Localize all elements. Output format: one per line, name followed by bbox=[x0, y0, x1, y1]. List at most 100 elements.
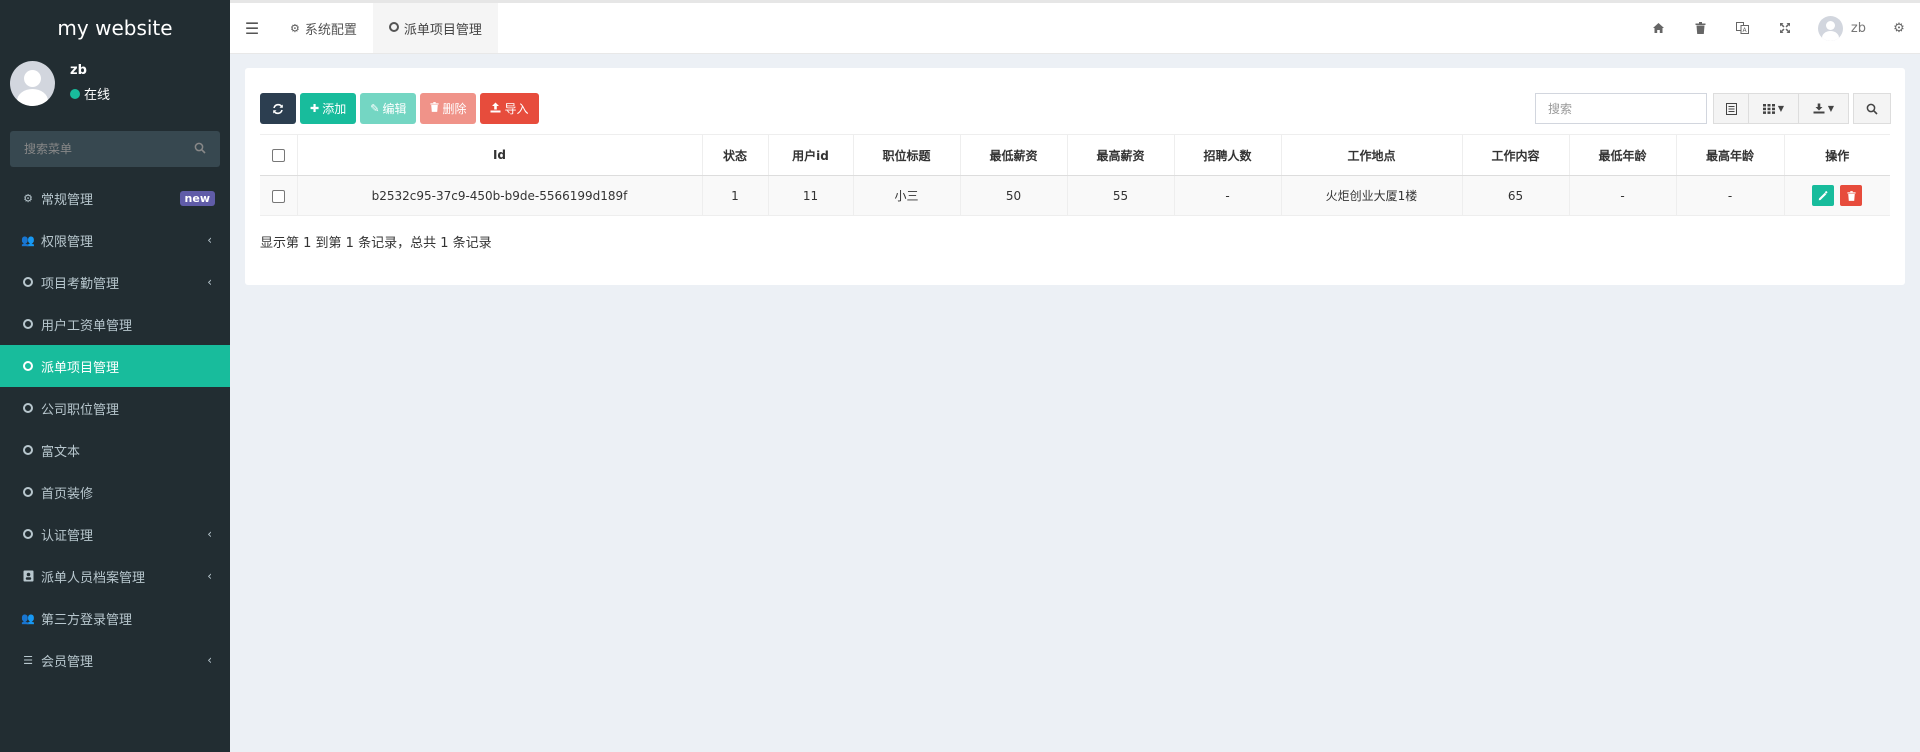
tab-dispatch-projects[interactable]: 派单项目管理 bbox=[372, 3, 498, 53]
user-menu[interactable]: zb bbox=[1806, 15, 1878, 41]
upload-icon bbox=[490, 102, 501, 116]
caret-down-icon: ▼ bbox=[1827, 104, 1835, 113]
chevron-left-icon: ‹ bbox=[207, 569, 212, 583]
column-header[interactable]: 职位标题 bbox=[853, 134, 961, 176]
refresh-icon bbox=[273, 103, 283, 114]
tab-system-config[interactable]: ⚙ 系统配置 bbox=[274, 3, 373, 53]
trash-icon bbox=[430, 102, 440, 115]
table-cell: 55 bbox=[1067, 175, 1175, 216]
column-header[interactable]: 工作内容 bbox=[1462, 134, 1570, 176]
brand-logo[interactable]: my website bbox=[0, 0, 230, 55]
search-button[interactable] bbox=[1853, 93, 1891, 124]
toggle-view-button[interactable] bbox=[1713, 93, 1749, 124]
select-all-checkbox[interactable] bbox=[271, 149, 285, 162]
fullscreen-icon[interactable] bbox=[1764, 3, 1806, 53]
circle-icon bbox=[21, 487, 35, 497]
content-panel: ✚ 添加 ✎ 编辑 删除 导入 ▼ ▼ bbox=[245, 68, 1905, 285]
sidebar-item-company-positions[interactable]: 公司职位管理 bbox=[0, 387, 230, 429]
table-header-row: Id 状态 用户id 职位标题 最低薪资 最高薪资 招聘人数 工作地点 工作内容… bbox=[260, 134, 1890, 176]
address-card-icon bbox=[21, 570, 35, 582]
data-table: Id 状态 用户id 职位标题 最低薪资 最高薪资 招聘人数 工作地点 工作内容… bbox=[260, 134, 1890, 216]
export-dropdown-button[interactable]: ▼ bbox=[1799, 93, 1849, 124]
row-delete-button[interactable] bbox=[1840, 185, 1863, 206]
sidebar-item-dispatch-projects[interactable]: 派单项目管理 bbox=[0, 345, 230, 387]
language-icon[interactable]: A bbox=[1722, 3, 1764, 53]
refresh-button[interactable] bbox=[260, 93, 296, 124]
sidebar-item-payroll[interactable]: 用户工资单管理 bbox=[0, 303, 230, 345]
column-header[interactable]: 最低薪资 bbox=[960, 134, 1068, 176]
sidebar-item-homepage-decor[interactable]: 首页装修 bbox=[0, 471, 230, 513]
avatar bbox=[10, 60, 55, 106]
add-button[interactable]: ✚ 添加 bbox=[300, 93, 357, 124]
select-all-cell bbox=[260, 134, 298, 176]
chevron-left-icon: ‹ bbox=[207, 653, 212, 667]
sidebar-item-label: 用户工资单管理 bbox=[41, 318, 133, 334]
circle-icon bbox=[21, 403, 35, 413]
row-actions-cell bbox=[1784, 175, 1890, 216]
table-cell: 11 bbox=[768, 175, 854, 216]
sidebar-item-label: 公司职位管理 bbox=[41, 402, 120, 418]
row-edit-button[interactable] bbox=[1812, 185, 1835, 206]
column-header[interactable]: Id bbox=[297, 134, 703, 176]
sidebar-menu: ⚙ 常规管理 new 👥 权限管理 ‹ 项目考勤管理 ‹ 用户工资单管理 派单项… bbox=[0, 177, 230, 681]
row-checkbox[interactable] bbox=[271, 189, 285, 203]
caret-down-icon: ▼ bbox=[1777, 104, 1785, 113]
sidebar-item-third-party-login[interactable]: 👥 第三方登录管理 bbox=[0, 597, 230, 639]
column-header[interactable]: 用户id bbox=[768, 134, 854, 176]
table-cell: - bbox=[1676, 175, 1785, 216]
edit-button[interactable]: ✎ 编辑 bbox=[360, 93, 417, 124]
top-user-name: zb bbox=[1850, 20, 1866, 36]
circle-icon bbox=[21, 445, 35, 455]
column-header[interactable]: 最低年龄 bbox=[1569, 134, 1677, 176]
sidebar-item-general[interactable]: ⚙ 常规管理 new bbox=[0, 177, 230, 219]
chevron-left-icon: ‹ bbox=[207, 275, 212, 289]
columns-dropdown-button[interactable]: ▼ bbox=[1749, 93, 1799, 124]
sidebar-item-permissions[interactable]: 👥 权限管理 ‹ bbox=[0, 219, 230, 261]
cogs-icon[interactable]: ⚙ bbox=[1878, 3, 1920, 53]
delete-button[interactable]: 删除 bbox=[420, 93, 477, 124]
sidebar-item-certification[interactable]: 认证管理 ‹ bbox=[0, 513, 230, 555]
user-status-label: 在线 bbox=[84, 88, 111, 103]
edit-button-label: 编辑 bbox=[382, 102, 407, 116]
chevron-left-icon: ‹ bbox=[207, 527, 212, 541]
online-dot-icon bbox=[70, 88, 80, 99]
sidebar-item-staff-records[interactable]: 派单人员档案管理 ‹ bbox=[0, 555, 230, 597]
circle-icon bbox=[21, 319, 35, 329]
sidebar-item-label: 会员管理 bbox=[41, 654, 94, 670]
sidebar-item-members[interactable]: ☰ 会员管理 ‹ bbox=[0, 639, 230, 681]
column-header[interactable]: 招聘人数 bbox=[1174, 134, 1282, 176]
sidebar-item-label: 项目考勤管理 bbox=[41, 276, 120, 292]
sidebar-item-rich-text[interactable]: 富文本 bbox=[0, 429, 230, 471]
trash-icon[interactable] bbox=[1680, 3, 1722, 53]
user-panel: zb 在线 bbox=[0, 55, 230, 119]
circle-icon bbox=[21, 361, 35, 371]
column-header[interactable]: 最高年龄 bbox=[1676, 134, 1785, 176]
user-name: zb bbox=[70, 63, 87, 78]
column-header[interactable]: 状态 bbox=[702, 134, 769, 176]
column-header: 操作 bbox=[1784, 134, 1890, 176]
menu-search-input[interactable] bbox=[24, 142, 184, 156]
table-cell: - bbox=[1569, 175, 1677, 216]
pagination-info: 显示第 1 到第 1 条记录，总共 1 条记录 bbox=[260, 236, 492, 251]
gear-icon: ⚙ bbox=[290, 21, 300, 35]
column-header[interactable]: 工作地点 bbox=[1281, 134, 1463, 176]
import-button-label: 导入 bbox=[504, 102, 529, 116]
sidebar-item-label: 派单项目管理 bbox=[41, 360, 120, 376]
table-search-input[interactable] bbox=[1535, 93, 1707, 124]
table-cell: 1 bbox=[702, 175, 769, 216]
table-view-icon bbox=[1725, 102, 1737, 115]
table-cell: 50 bbox=[960, 175, 1068, 216]
import-button[interactable]: 导入 bbox=[480, 93, 539, 124]
cogs-icon: ⚙ bbox=[23, 191, 33, 205]
download-icon bbox=[1813, 103, 1825, 114]
sidebar-toggle-icon[interactable]: ☰ bbox=[230, 3, 274, 53]
search-icon[interactable] bbox=[194, 142, 206, 157]
home-icon[interactable] bbox=[1638, 3, 1680, 53]
column-header[interactable]: 最高薪资 bbox=[1067, 134, 1175, 176]
sidebar-item-attendance[interactable]: 项目考勤管理 ‹ bbox=[0, 261, 230, 303]
sidebar-item-label: 派单人员档案管理 bbox=[41, 570, 146, 586]
sidebar-item-label: 首页装修 bbox=[41, 486, 94, 502]
table-row[interactable]: b2532c95-37c9-450b-b9de-5566199d189f 1 1… bbox=[260, 175, 1890, 216]
table-cell: b2532c95-37c9-450b-b9de-5566199d189f bbox=[297, 175, 703, 216]
search-button-group bbox=[1853, 93, 1891, 124]
